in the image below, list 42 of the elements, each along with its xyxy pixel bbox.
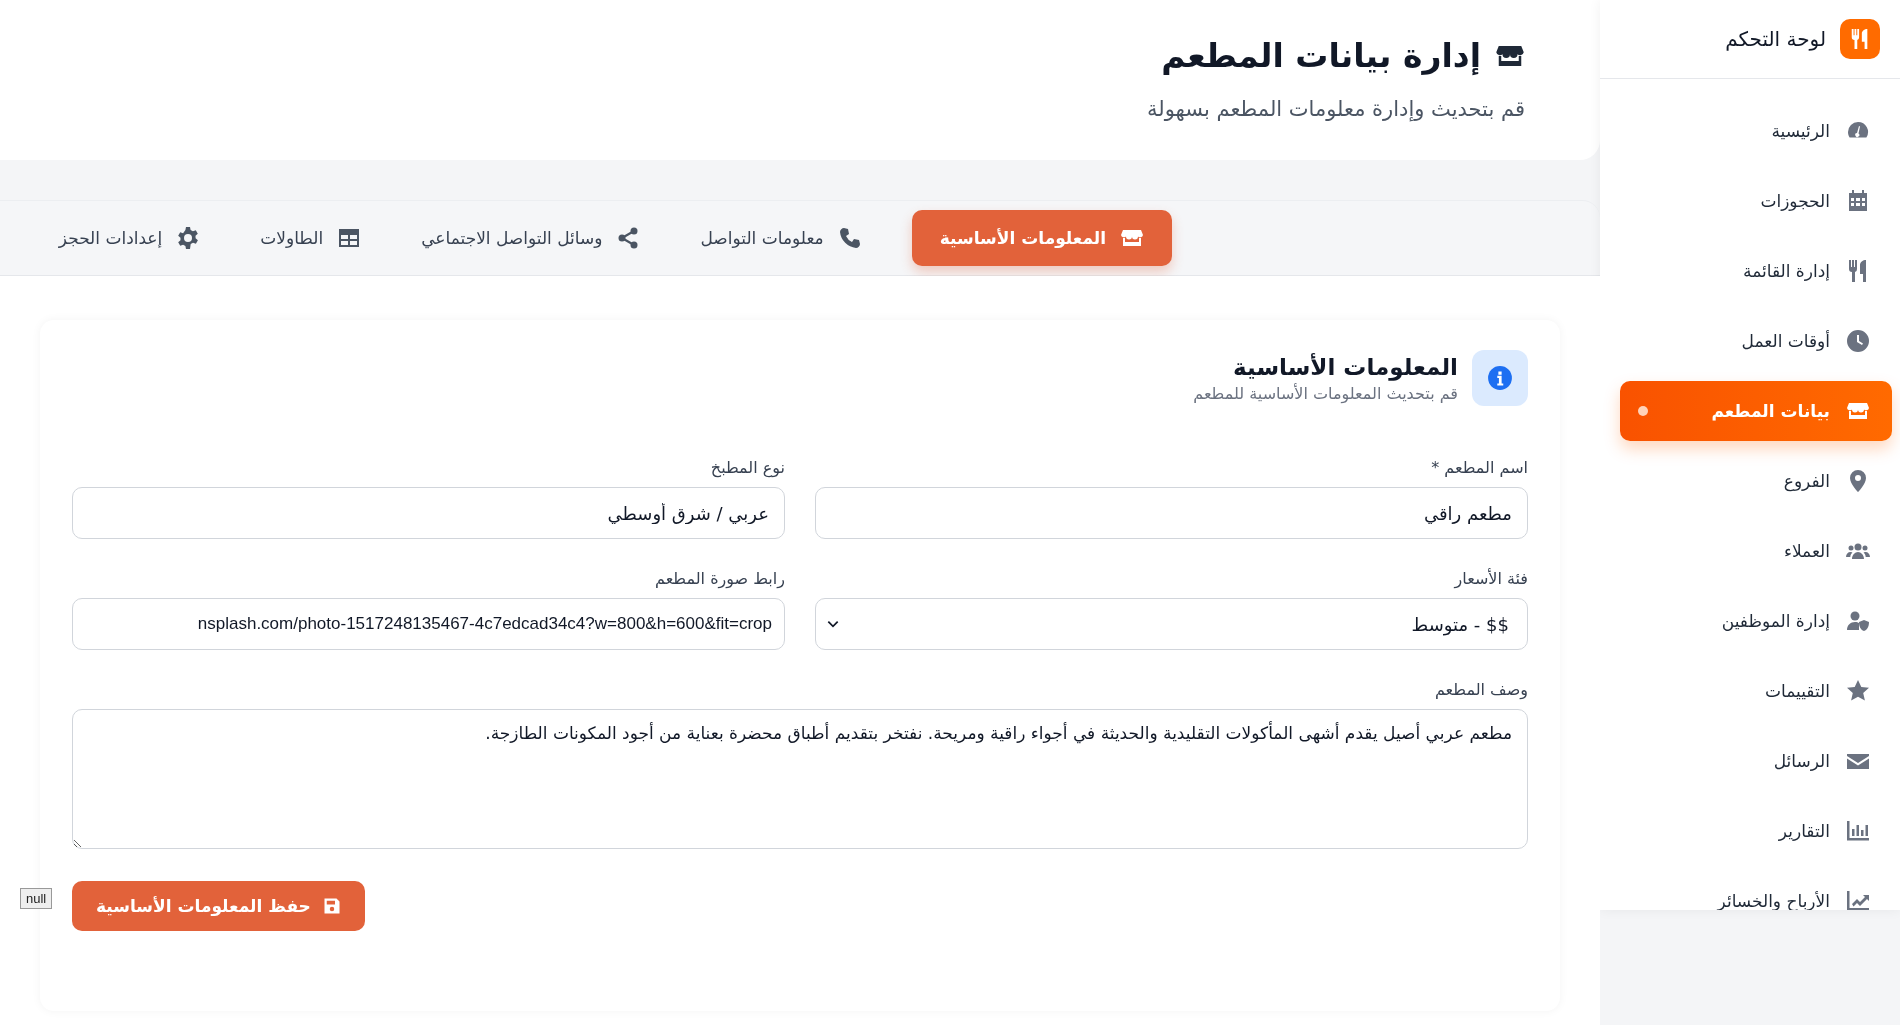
save-icon (322, 897, 341, 915)
sidebar-item[interactable]: أوقات العمل (1620, 311, 1892, 371)
tab[interactable]: الطاولات (260, 210, 362, 266)
clock-icon (1846, 329, 1870, 353)
sidebar-item[interactable]: الرسائل (1620, 731, 1892, 791)
page-subtitle: قم بتحديث وإدارة معلومات المطعم بسهولة (1146, 97, 1525, 121)
table-icon (337, 226, 362, 250)
sidebar-item[interactable]: إدارة الموظفين (1620, 591, 1892, 651)
trend-chart-icon (1846, 889, 1870, 910)
sidebar-item[interactable]: إدارة القائمة (1620, 241, 1892, 301)
url-input-field[interactable]: nsplash.com/photo-1517248135467-4c7edcad34c4?w=800&h=600&fit=crop (72, 598, 785, 650)
text-input-field[interactable]: مطعم راقي (815, 487, 1528, 539)
tab[interactable]: معلومات التواصل (700, 210, 862, 266)
field-label: وصف المطعم (1433, 680, 1528, 699)
bar-chart-icon (1846, 819, 1870, 843)
settings-icon (176, 226, 201, 250)
sidebar-item[interactable]: الفروع (1620, 451, 1892, 511)
calendar-icon (1846, 189, 1870, 213)
user-shield-icon (1846, 609, 1870, 633)
sidebar-item[interactable]: التقييمات (1620, 661, 1892, 721)
sidebar-title: لوحة التحكم (1725, 27, 1826, 51)
sidebar-item[interactable]: العملاء (1620, 521, 1892, 581)
info-icon (1487, 365, 1513, 391)
field-label: فئة الأسعار (1452, 569, 1528, 588)
tab[interactable]: وسائل التواصل الاجتماعي (421, 210, 641, 266)
description-textarea[interactable]: مطعم عربي أصيل يقدم أشهى المأكولات التقليدية والحديثة في أجواء راقية ومريحة. نفتخر بتقديم أطباق محضرة بعناية من أجود المكونات الطازجة. (72, 709, 1528, 849)
field-label: اسم المطعم * (1430, 458, 1528, 477)
page-title: إدارة بيانات المطعم (1161, 36, 1481, 75)
utensils-icon (1840, 19, 1880, 59)
active-indicator-dot (1638, 406, 1648, 416)
field-label: رابط صورة المطعم (654, 569, 785, 588)
star-icon (1846, 679, 1870, 703)
price-select[interactable]: $$ - متوسط (815, 598, 1528, 650)
sidebar-item[interactable]: التقارير (1620, 801, 1892, 861)
tab[interactable]: إعدادات الحجز (58, 210, 201, 266)
sidebar-item[interactable]: الرئيسية (1620, 101, 1892, 161)
section-subtitle: قم بتحديث المعلومات الأساسية للمطعم (1193, 383, 1458, 403)
phone-icon (837, 226, 862, 250)
section-title: المعلومات الأساسية (1232, 353, 1458, 380)
sidebar-item[interactable]: الحجوزات (1620, 171, 1892, 231)
field-label: نوع المطبخ (709, 458, 785, 477)
null-tooltip: null (20, 888, 53, 909)
